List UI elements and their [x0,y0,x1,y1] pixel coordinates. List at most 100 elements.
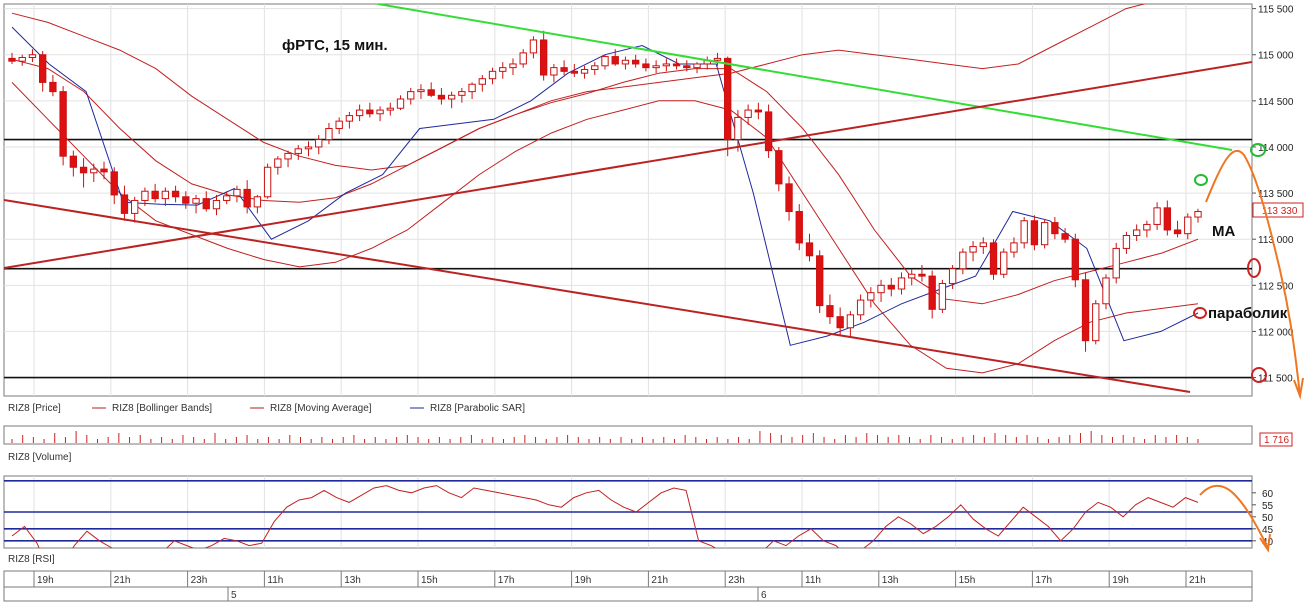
candle-body-down [100,168,108,173]
legend-bollinger[interactable]: RIZ8 [Bollinger Bands] [112,403,212,414]
candle[interactable] [1112,242,1120,284]
time-tick-label: 21h [114,575,131,586]
candle-body-up [1000,251,1008,275]
last-price-label: 113 330 [1262,206,1298,217]
candle-body-down [611,56,619,65]
candle-body-up [233,188,241,197]
candle-body-up [141,190,149,201]
legend-parabolic-sar[interactable]: RIZ8 [Parabolic SAR] [430,403,525,414]
candle-body-down [182,196,190,204]
candle-body-up [499,67,507,72]
candle-body-down [989,242,998,275]
candle-body-down [795,211,803,244]
candle-body-down [1030,220,1039,246]
candle-body-up [294,148,302,154]
candle-body-down [672,63,681,67]
candle-body-up [417,89,425,93]
chart-title: фРТС, 15 мин. [282,37,388,54]
candle[interactable] [764,104,773,159]
candle[interactable] [59,86,67,166]
candle-body-up [396,98,405,109]
candle-body-up [18,56,26,62]
candle-body-down [39,54,47,83]
candle-body-down [816,255,824,307]
candle-body-up [1102,277,1110,305]
candle-body-down [928,275,936,310]
time-tick-label: 23h [728,575,745,586]
volume-panel-label: RIZ8 [Volume] [8,452,72,463]
candle-body-up [1040,222,1049,246]
candle[interactable] [816,250,824,313]
candle[interactable] [1071,233,1079,288]
price-tick-label: 115 500 [1258,5,1294,16]
time-tick-label: 19h [1112,575,1129,586]
rsi-tick-label: 50 [1262,513,1274,524]
time-tick-label: 21h [1189,575,1206,586]
candle-body-down [836,316,844,329]
annotation-ma: MA [1212,223,1235,240]
candle-body-down [683,65,691,69]
candle-body-up [908,273,916,279]
time-tick-label: 11h [267,575,283,586]
candle-body-down [69,155,78,168]
candle-body-up [478,78,486,85]
day-tick-label: 5 [231,590,237,601]
candle[interactable] [1040,218,1049,249]
legend-moving-average[interactable]: RIZ8 [Moving Average] [270,403,372,414]
time-tick-label: 13h [344,575,361,586]
candle-body-up [223,195,231,201]
price-tick-label: 112 500 [1258,281,1294,292]
candle[interactable] [1000,248,1008,278]
candle-body-down [110,171,118,196]
time-tick-label: 13h [882,575,899,586]
candle-body-up [304,146,313,150]
candle[interactable] [989,239,998,280]
candle-body-down [764,111,773,152]
candle-body-up [509,63,517,69]
candle-body-down [59,91,67,157]
candle-body-up [28,54,37,58]
candle-body-up [315,139,323,148]
price-tick-label: 113 500 [1258,189,1294,200]
candle[interactable] [1092,300,1100,345]
volume-plot-area[interactable] [3,425,1253,445]
candle-body-down [785,183,793,213]
legend: RIZ8 [Price] RIZ8 [Bollinger Bands] RIZ8… [8,403,525,414]
candle-body-up [284,152,292,160]
candle-body-up [355,109,364,117]
candle[interactable] [795,204,803,251]
candle-body-up [468,83,476,93]
candle-body-up [846,314,855,329]
rsi-panel-label: RIZ8 [RSI] [8,554,55,565]
candle[interactable] [1081,272,1090,352]
price-tick-label: 114 500 [1258,97,1294,108]
candle-body-up [90,168,98,174]
candle[interactable] [1102,274,1110,310]
candle-body-up [979,242,987,248]
price-tick-label: 115 000 [1258,51,1294,62]
candle-body-down [724,57,732,141]
candle[interactable] [263,163,272,199]
candle-body-down [49,81,57,93]
rsi-tick-label: 60 [1262,489,1274,500]
candle-body-up [253,196,262,208]
candle-body-up [550,67,558,76]
time-tick-label: 23h [191,575,208,586]
time-tick-label: 11h [805,575,821,586]
candle-body-down [826,305,834,318]
candle-body-up [621,59,630,65]
candle-body-down [120,194,129,214]
candle-body-up [529,39,538,54]
candle-body-up [1194,211,1202,218]
candle-body-down [1061,233,1069,240]
candle-body-down [202,198,210,210]
candle-body-down [171,190,180,198]
time-tick-label: 17h [1035,575,1052,586]
legend-price[interactable]: RIZ8 [Price] [8,403,61,414]
candle-body-up [1132,229,1141,237]
candle-body-up [1020,220,1028,244]
price-y-axis: 115 500115 000114 500114 000113 500113 0… [1252,5,1294,385]
candle[interactable] [938,279,947,313]
candle-body-down [427,89,435,96]
candle[interactable] [1030,215,1039,251]
